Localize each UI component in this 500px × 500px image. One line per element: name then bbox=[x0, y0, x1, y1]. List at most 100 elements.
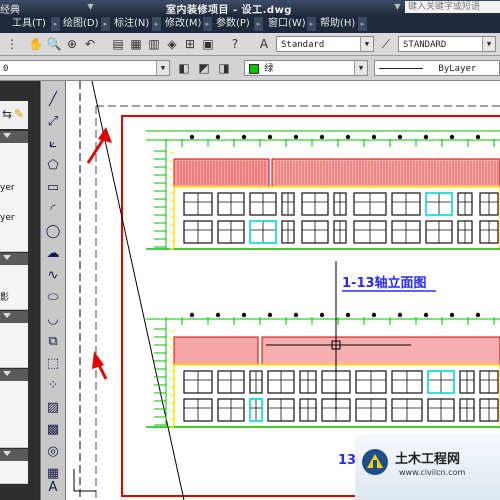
layer-select[interactable]: 0 ▼ bbox=[0, 60, 170, 76]
property-row[interactable] bbox=[0, 345, 28, 368]
hatch-icon[interactable]: ▨ bbox=[44, 399, 62, 417]
dim-style-select[interactable]: STANDARD ▼ bbox=[398, 36, 496, 52]
menu-tools[interactable]: 工具(T) bbox=[12, 17, 46, 31]
property-row-layer[interactable]: yer bbox=[0, 207, 28, 230]
region-icon[interactable]: ◎ bbox=[44, 443, 62, 461]
menu-draw[interactable]: 绘图(D) bbox=[63, 17, 99, 31]
draw-toolbar: ╱ ⤢ ⟀ ⬠ ▭ ◜ ◯ ☁ ∿ ⬭ ◡ ⧉ ⬚ ⁘ ▨ ▩ ◎ ▦ A bbox=[40, 81, 66, 500]
menu-bar: 工具(T) ▸ 绘图(D) ▸ 标注(N) ▸ 修改(M) ▸ 参数(P) ▸ … bbox=[0, 15, 500, 33]
toggle-icon[interactable]: ⇆ bbox=[2, 107, 12, 121]
ellipse-arc-icon[interactable]: ◡ bbox=[44, 311, 62, 329]
pan-icon[interactable]: ✋ bbox=[28, 36, 44, 52]
panel-section-header[interactable] bbox=[0, 253, 28, 265]
zoom-previous-icon[interactable]: ↶ bbox=[82, 36, 98, 52]
layer-previous-icon[interactable]: ◩ bbox=[196, 60, 212, 76]
gradient-icon[interactable]: ▩ bbox=[44, 421, 62, 439]
annotation-arrow-bottom bbox=[92, 351, 108, 380]
menu-arrow-icon: ▸ bbox=[254, 17, 263, 31]
property-row[interactable] bbox=[0, 323, 28, 346]
search-input[interactable]: 键入关键字或短语 bbox=[405, 1, 500, 13]
revision-cloud-icon[interactable]: ☁ bbox=[44, 245, 62, 263]
make-object-layer-current-icon[interactable]: ◧ bbox=[176, 60, 192, 76]
tool-palettes-icon[interactable]: ▥ bbox=[146, 36, 162, 52]
menu-modify[interactable]: 修改(M) bbox=[165, 17, 201, 31]
property-row[interactable] bbox=[0, 381, 28, 404]
axis-bubble bbox=[371, 134, 377, 140]
property-row[interactable] bbox=[0, 425, 28, 448]
layer-states-icon[interactable]: ◨ bbox=[216, 60, 232, 76]
markup-icon[interactable]: ⊞ bbox=[182, 36, 198, 52]
arc-icon[interactable]: ◜ bbox=[44, 201, 62, 219]
construction-line-icon[interactable]: ⤢ bbox=[44, 113, 62, 131]
quickcalc-icon[interactable]: ▣ bbox=[200, 36, 216, 52]
circle-icon[interactable]: ◯ bbox=[44, 223, 62, 241]
axis-bubble bbox=[267, 312, 273, 318]
menu-window[interactable]: 窗口(W) bbox=[268, 17, 306, 31]
panel-section-header[interactable] bbox=[0, 311, 28, 323]
menu-parameter[interactable]: 参数(P) bbox=[216, 17, 250, 31]
properties-icon[interactable]: ▤ bbox=[110, 36, 126, 52]
grip-icon: ⋮ bbox=[6, 37, 18, 51]
axis-bubble bbox=[189, 312, 195, 318]
rectangle-icon[interactable]: ▭ bbox=[44, 179, 62, 197]
elevation-title: 1-13轴立面图 bbox=[342, 275, 427, 291]
axis-bubble bbox=[345, 134, 351, 140]
collapse-icon bbox=[3, 371, 11, 376]
chevron-down-icon[interactable]: ▼ bbox=[156, 61, 169, 75]
spline-icon[interactable]: ∿ bbox=[44, 267, 62, 285]
axis-bubble bbox=[423, 134, 429, 140]
design-center-icon[interactable]: ▦ bbox=[128, 36, 144, 52]
title-dropdown-icon[interactable]: ▼ bbox=[86, 1, 95, 13]
polyline-icon[interactable]: ⟀ bbox=[44, 135, 62, 153]
property-row[interactable] bbox=[0, 265, 28, 288]
title-dropdown-icon-2[interactable]: ▼ bbox=[393, 1, 402, 13]
workspace-name: 经典 bbox=[0, 5, 20, 16]
menu-arrow-icon: ▸ bbox=[307, 17, 316, 31]
dim-style-icon[interactable]: ⟋ bbox=[378, 36, 394, 52]
panel-section-header[interactable] bbox=[0, 369, 28, 381]
menu-help[interactable]: 帮助(H) bbox=[320, 17, 355, 31]
menu-dimension[interactable]: 标注(N) bbox=[114, 17, 149, 31]
text-style-icon[interactable]: A bbox=[256, 36, 272, 52]
sheet-set-icon[interactable]: ◈ bbox=[164, 36, 180, 52]
panel-section-header[interactable] bbox=[0, 449, 28, 461]
axis-bubble bbox=[215, 312, 221, 318]
point-icon[interactable]: ⁘ bbox=[44, 377, 62, 395]
zoom-realtime-icon[interactable]: 🔍 bbox=[46, 36, 62, 52]
zoom-window-icon[interactable]: ⊕ bbox=[64, 36, 80, 52]
menu-arrow-icon: ▸ bbox=[203, 17, 212, 31]
property-row-layer[interactable]: yer bbox=[0, 177, 28, 200]
chevron-down-icon[interactable]: ▼ bbox=[360, 37, 373, 51]
axis-bubble bbox=[345, 312, 351, 318]
axis-bubble bbox=[397, 312, 403, 318]
line-icon[interactable]: ╱ bbox=[44, 91, 62, 109]
multiline-text-icon[interactable]: A bbox=[44, 479, 62, 497]
insert-block-icon[interactable]: ⧉ bbox=[44, 333, 62, 351]
axis-bubble bbox=[319, 134, 325, 140]
property-row[interactable] bbox=[0, 143, 28, 166]
property-row[interactable] bbox=[0, 461, 28, 484]
text-style-select[interactable]: Standard ▼ bbox=[276, 36, 374, 52]
text-style-value: Standard bbox=[281, 40, 325, 50]
linetype-select[interactable]: ByLayer bbox=[374, 60, 500, 76]
layers-toolbar: 0 ▼ ◧ ◩ ◨ 绿 ▼ ByLayer bbox=[0, 56, 500, 81]
help-icon[interactable]: ? bbox=[227, 36, 243, 52]
axis-bubble bbox=[293, 134, 299, 140]
polygon-icon[interactable]: ⬠ bbox=[44, 157, 62, 175]
lower-elevation bbox=[146, 312, 500, 428]
panel-section-header[interactable] bbox=[0, 131, 28, 143]
chevron-down-icon[interactable]: ▼ bbox=[482, 37, 495, 51]
color-select[interactable]: 绿 ▼ bbox=[244, 60, 368, 76]
menu-arrow-icon: ▸ bbox=[152, 17, 161, 31]
axis-bubble bbox=[449, 312, 455, 318]
quick-select-icon[interactable]: ✎ bbox=[14, 107, 24, 121]
property-row[interactable] bbox=[0, 403, 28, 426]
property-row-shadow[interactable]: 影 bbox=[0, 287, 28, 310]
property-row[interactable] bbox=[0, 229, 28, 252]
color-value: 绿 bbox=[264, 64, 274, 74]
color-swatch bbox=[249, 63, 259, 74]
chevron-down-icon[interactable]: ▼ bbox=[354, 61, 367, 75]
ellipse-icon[interactable]: ⬭ bbox=[44, 289, 62, 307]
axis-bubble bbox=[423, 312, 429, 318]
make-block-icon[interactable]: ⬚ bbox=[44, 355, 62, 373]
